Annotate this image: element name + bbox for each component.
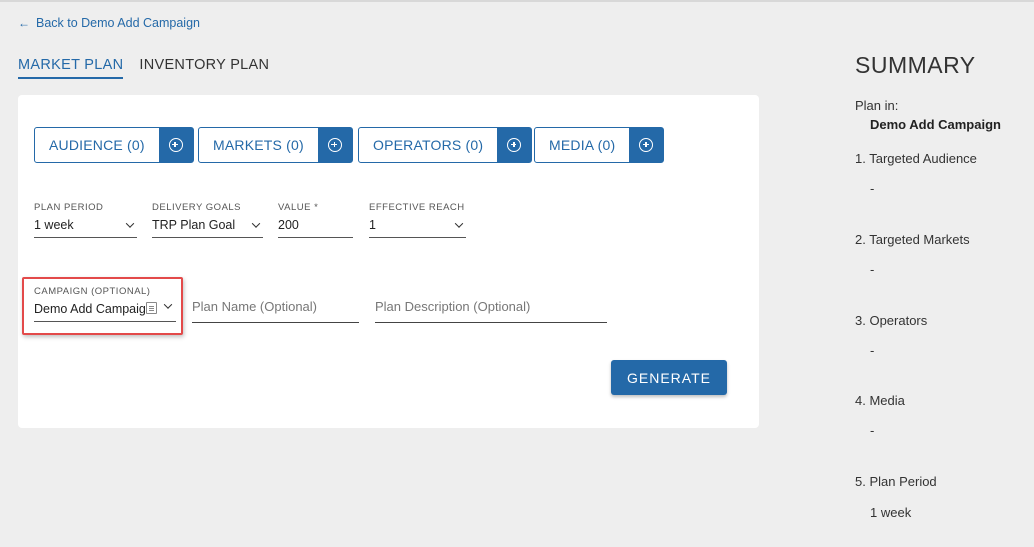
add-operators-button[interactable]	[497, 128, 532, 162]
plan-in-label: Plan in:	[855, 98, 899, 113]
value-input[interactable]: 200	[278, 218, 353, 238]
effective-reach-label: EFFECTIVE REACH	[369, 202, 465, 213]
plan-description-input[interactable]: Plan Description (Optional)	[375, 299, 607, 323]
summary-section-label: 3. Operators	[855, 313, 928, 328]
chevron-down-icon[interactable]	[163, 299, 173, 313]
delivery-goals-value[interactable]: TRP Plan Goal	[152, 218, 263, 238]
campaign-value: Demo Add Campaign	[34, 302, 152, 316]
plan-period-label: PLAN PERIOD	[34, 202, 104, 213]
delivery-goals-select[interactable]: DELIVERY GOALS TRP Plan Goal	[152, 202, 263, 238]
summary-section-value: -	[870, 262, 875, 277]
plan-tabs: MARKET PLAN INVENTORY PLAN	[18, 57, 269, 79]
campaign-label: CAMPAIGN (OPTIONAL)	[34, 286, 151, 297]
audience-button[interactable]: AUDIENCE (0)	[34, 127, 194, 163]
plan-in-value: Demo Add Campaign	[870, 117, 1001, 132]
plus-circle-icon	[639, 138, 654, 152]
media-button-label: MEDIA (0)	[549, 137, 616, 153]
generate-button[interactable]: GENERATE	[611, 360, 727, 395]
delivery-goals-value-text: TRP Plan Goal	[152, 218, 236, 232]
add-markets-button[interactable]	[317, 128, 352, 162]
plan-name-input[interactable]: Plan Name (Optional)	[192, 299, 359, 323]
markets-button-label: MARKETS (0)	[213, 137, 304, 153]
summary-section-value: -	[870, 343, 875, 358]
summary-section-label: 4. Media	[855, 393, 905, 408]
chevron-down-icon	[125, 218, 135, 232]
chevron-down-icon	[251, 218, 261, 232]
arrow-left-icon: ←	[18, 16, 30, 30]
summary-section-label: 1. Targeted Audience	[855, 151, 977, 166]
chevron-down-icon	[454, 218, 464, 232]
tab-inventory-plan[interactable]: INVENTORY PLAN	[139, 57, 269, 79]
audience-button-label: AUDIENCE (0)	[49, 137, 145, 153]
value-field[interactable]: VALUE * 200	[278, 202, 353, 238]
delivery-goals-label: DELIVERY GOALS	[152, 202, 242, 213]
summary-section-value: -	[870, 423, 875, 438]
summary-section-value: 1 week	[870, 505, 912, 520]
plan-period-value-text: 1 week	[34, 218, 74, 232]
tab-market-plan[interactable]: MARKET PLAN	[18, 57, 124, 79]
clipboard-icon[interactable]	[146, 302, 157, 314]
summary-section-label: 5. Plan Period	[855, 474, 937, 489]
top-divider	[0, 0, 1034, 2]
add-media-button[interactable]	[629, 128, 664, 162]
value-label: VALUE *	[278, 202, 319, 213]
plus-circle-icon	[168, 138, 183, 152]
summary-panel: SUMMARY Plan in: Demo Add Campaign 1. Ta…	[855, 52, 1030, 520]
plus-circle-icon	[507, 138, 522, 152]
summary-title: SUMMARY	[855, 52, 976, 78]
operators-button[interactable]: OPERATORS (0)	[358, 127, 533, 163]
effective-reach-value[interactable]: 1	[369, 218, 466, 238]
add-audience-button[interactable]	[158, 128, 193, 162]
back-link[interactable]: ← Back to Demo Add Campaign	[18, 16, 200, 30]
plus-circle-icon	[327, 138, 342, 152]
markets-button[interactable]: MARKETS (0)	[198, 127, 353, 163]
effective-reach-select[interactable]: EFFECTIVE REACH 1	[369, 202, 466, 238]
operators-button-label: OPERATORS (0)	[373, 137, 484, 153]
plan-period-value[interactable]: 1 week	[34, 218, 137, 238]
summary-section-value: -	[870, 181, 875, 196]
plan-period-select[interactable]: PLAN PERIOD 1 week	[34, 202, 137, 238]
summary-section-label: 2. Targeted Markets	[855, 232, 970, 247]
media-button[interactable]: MEDIA (0)	[534, 127, 665, 163]
effective-reach-value-text: 1	[369, 218, 376, 232]
back-link-label: Back to Demo Add Campaign	[36, 16, 200, 30]
